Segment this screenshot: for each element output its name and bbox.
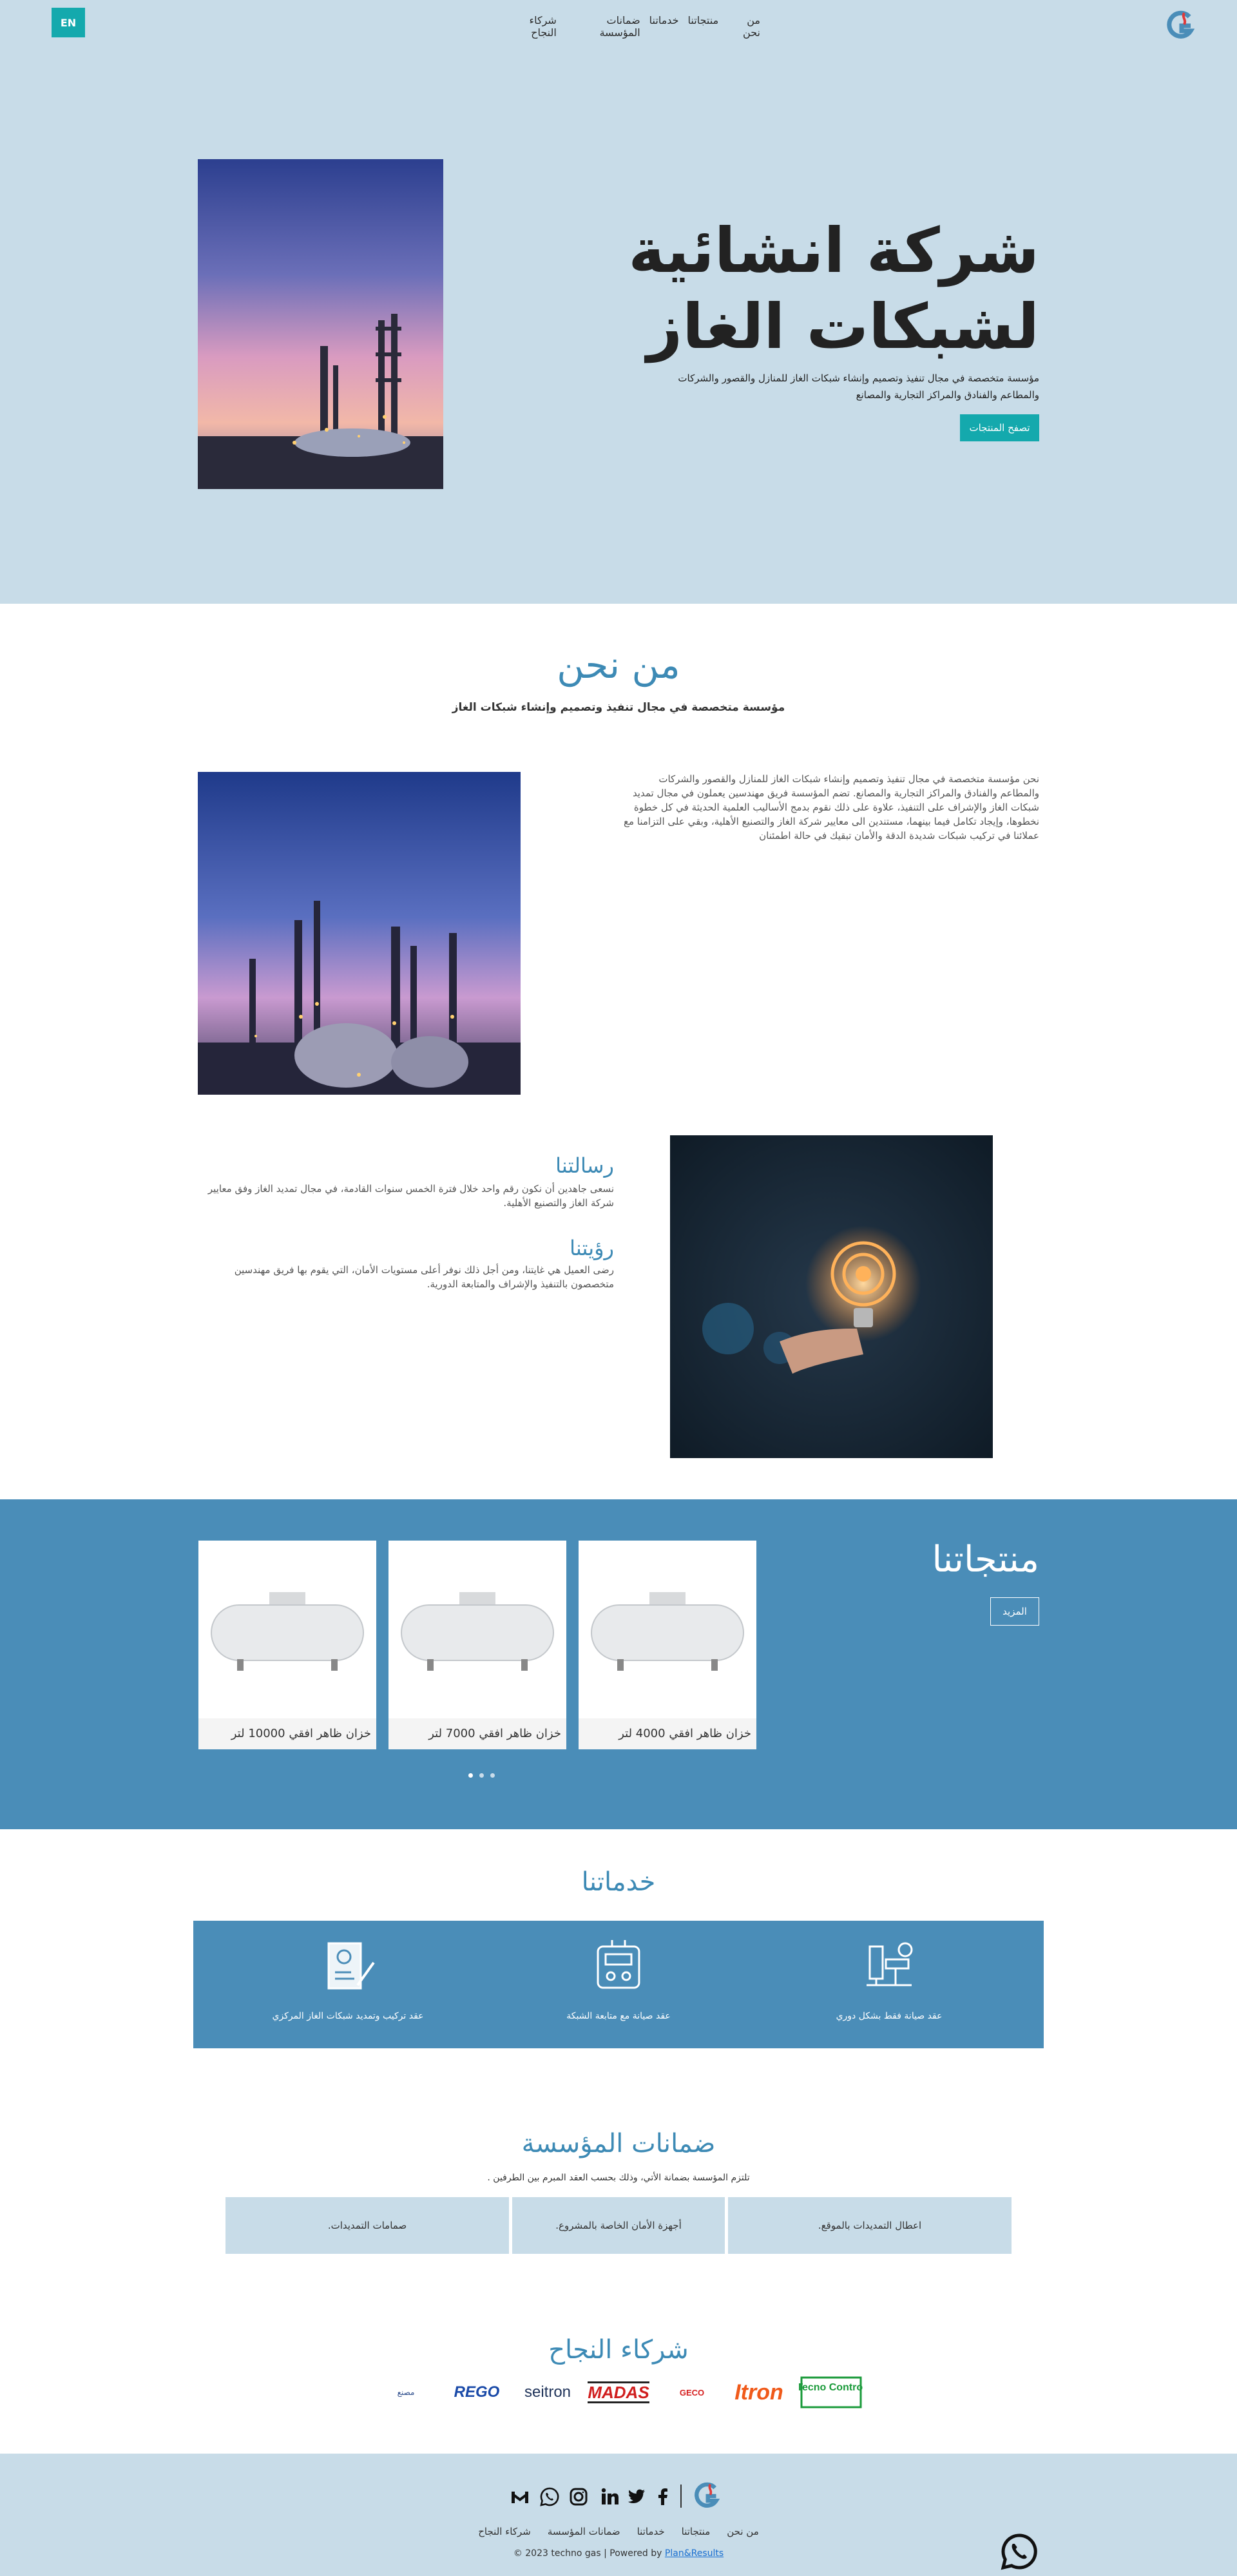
footer-copyright: © 2023 techno gas | Powered by Plan&Resu…: [451, 2548, 786, 2559]
product-name: خزان ظاهر افقي 4000 لتر: [579, 1718, 756, 1749]
top-nav: من نحن منتجاتنا خدماتنا ضمانات المؤسسة ش…: [503, 14, 760, 39]
mission-title: رسالتنا: [555, 1153, 614, 1178]
footer-divider: [680, 2485, 682, 2508]
partner-logo-madas: MADAS: [586, 2375, 651, 2410]
footer-logo[interactable]: [693, 2481, 720, 2510]
hero-title-line1: شركة انشائية: [628, 215, 1039, 287]
services-title: خدماتنا: [581, 1867, 656, 1897]
hero-refinery-image: [198, 159, 443, 489]
service-item: عقد صيانة مع متابعة الشبكة: [522, 1921, 715, 2048]
gmail-icon[interactable]: [510, 2487, 530, 2506]
partner-logo-text: seitron: [524, 2383, 571, 2401]
contract-tools-icon: [316, 1934, 380, 1998]
hero-description: مؤسسة متخصصة في مجال تنفيذ وتصميم وإنشاء…: [678, 372, 1039, 401]
service-label: عقد صيانة فقط بشكل دوري: [836, 2011, 943, 2021]
products-title: منتجاتنا: [932, 1539, 1039, 1581]
guarantee-item: أجهزة الأمان الخاصة بالمشروع.: [512, 2197, 725, 2254]
service-item: عقد تركيب وتمديد شبكات الغاز المركزي: [251, 1921, 445, 2048]
site-logo[interactable]: [1165, 9, 1195, 41]
partner-logo-seitron: seitron: [515, 2375, 580, 2410]
nav-item-about[interactable]: من نحن: [727, 14, 760, 39]
about-refinery-image: [198, 772, 521, 1095]
service-label: عقد تركيب وتمديد شبكات الغاز المركزي: [272, 2011, 424, 2021]
about-subtitle: مؤسسة متخصصة في مجال تنفيذ وتصميم وإنشاء…: [452, 701, 785, 714]
partner-logo-text: MADAS: [588, 2381, 649, 2403]
partner-logo-text: REGO: [454, 2383, 500, 2401]
guarantee-item: اعطال التمديدات بالموقع.: [728, 2197, 1012, 2254]
footer-nav-products[interactable]: منتجاتنا: [682, 2526, 711, 2541]
linkedin-icon[interactable]: [600, 2487, 620, 2506]
instagram-icon[interactable]: [569, 2487, 588, 2506]
partner-logo-text: مصنع: [397, 2388, 415, 2397]
product-card[interactable]: خزان ظاهر افقي 7000 لتر: [388, 1541, 566, 1749]
footer-nav-guarantees[interactable]: ضمانات المؤسسة: [548, 2526, 620, 2541]
hero-title: شركة انشائية لشبكات الغاز: [606, 213, 1039, 365]
tank-image: [198, 1541, 376, 1718]
nav-item-services[interactable]: خدماتنا: [649, 14, 679, 31]
footer-nav: من نحن منتجاتنا خدماتنا ضمانات المؤسسة ش…: [451, 2526, 786, 2541]
browse-products-button[interactable]: تصفح المنتجات: [960, 414, 1039, 441]
vision-text: رضى العميل هي غايتنا، ومن أجل ذلك نوفر أ…: [234, 1264, 614, 1290]
nav-item-guarantees[interactable]: ضمانات المؤسسة: [566, 14, 640, 39]
nav-item-products[interactable]: منتجاتنا: [688, 14, 719, 31]
more-products-button[interactable]: المزيد: [990, 1597, 1039, 1626]
carousel-dot[interactable]: [490, 1773, 495, 1778]
partner-logo-itron: Itron: [727, 2375, 791, 2410]
partner-logo-text: Tecno Control: [799, 2382, 863, 2393]
partner-logo-geco: GECO: [664, 2375, 720, 2410]
carousel-dot[interactable]: [479, 1773, 484, 1778]
guarantees-subtitle: تلتزم المؤسسة بضمانة الأتي، وذلك بحسب ال…: [487, 2173, 750, 2183]
powered-by-link[interactable]: Plan&Results: [665, 2548, 724, 2559]
partner-logo-text: Itron: [734, 2379, 783, 2405]
whatsapp-icon[interactable]: [540, 2487, 559, 2506]
meter-icon: [586, 1934, 651, 1998]
twitter-icon[interactable]: [627, 2487, 646, 2506]
footer-nav-services[interactable]: خدماتنا: [637, 2526, 665, 2541]
nav-item-partners[interactable]: شركاء النجاح: [503, 14, 557, 39]
partner-logo-text: GECO: [679, 2387, 705, 2398]
copyright-text: © 2023 techno gas | Powered by: [513, 2548, 662, 2559]
service-label: عقد صيانة مع متابعة الشبكة: [566, 2011, 671, 2021]
guarantees-title: ضمانات المؤسسة: [521, 2129, 716, 2158]
guarantee-item: صمامات التمديدات.: [225, 2197, 509, 2254]
valve-pipe-icon: [857, 1934, 921, 1998]
vision-title: رؤيتنا: [570, 1236, 614, 1260]
carousel-dot-active[interactable]: [468, 1773, 473, 1778]
hero-title-line2: لشبكات الغاز: [646, 291, 1039, 363]
about-title: من نحن: [557, 643, 680, 687]
partner-logo-factory: مصنع: [387, 2375, 425, 2410]
service-item: عقد صيانة فقط بشكل دوري: [792, 1921, 986, 2048]
about-text: نحن مؤسسة متخصصة في مجال تنفيذ وتصميم وإ…: [623, 773, 1039, 841]
whatsapp-float-icon[interactable]: [1000, 2532, 1039, 2571]
partner-logo-rego: REGO: [445, 2375, 509, 2410]
product-card[interactable]: خزان ظاهر افقي 4000 لتر: [579, 1541, 756, 1749]
mission-text: نسعى جاهدين أن نكون رقم واحد خلال فترة ا…: [207, 1183, 614, 1209]
lightbulb-target-image: [670, 1135, 993, 1458]
footer-nav-about[interactable]: من نحن: [727, 2526, 759, 2541]
tank-image: [388, 1541, 566, 1718]
footer-nav-partners[interactable]: شركاء النجاح: [478, 2526, 531, 2541]
product-card[interactable]: خزان ظاهر افقي 10000 لتر: [198, 1541, 376, 1749]
tank-image: [579, 1541, 756, 1718]
facebook-icon[interactable]: [653, 2487, 673, 2506]
product-name: خزان ظاهر افقي 7000 لتر: [388, 1718, 566, 1749]
partners-title: شركاء النجاح: [548, 2335, 689, 2365]
language-button[interactable]: EN: [52, 8, 85, 37]
partner-logo-tecnocontrol: Tecno Control: [799, 2375, 863, 2410]
product-name: خزان ظاهر افقي 10000 لتر: [198, 1718, 376, 1749]
